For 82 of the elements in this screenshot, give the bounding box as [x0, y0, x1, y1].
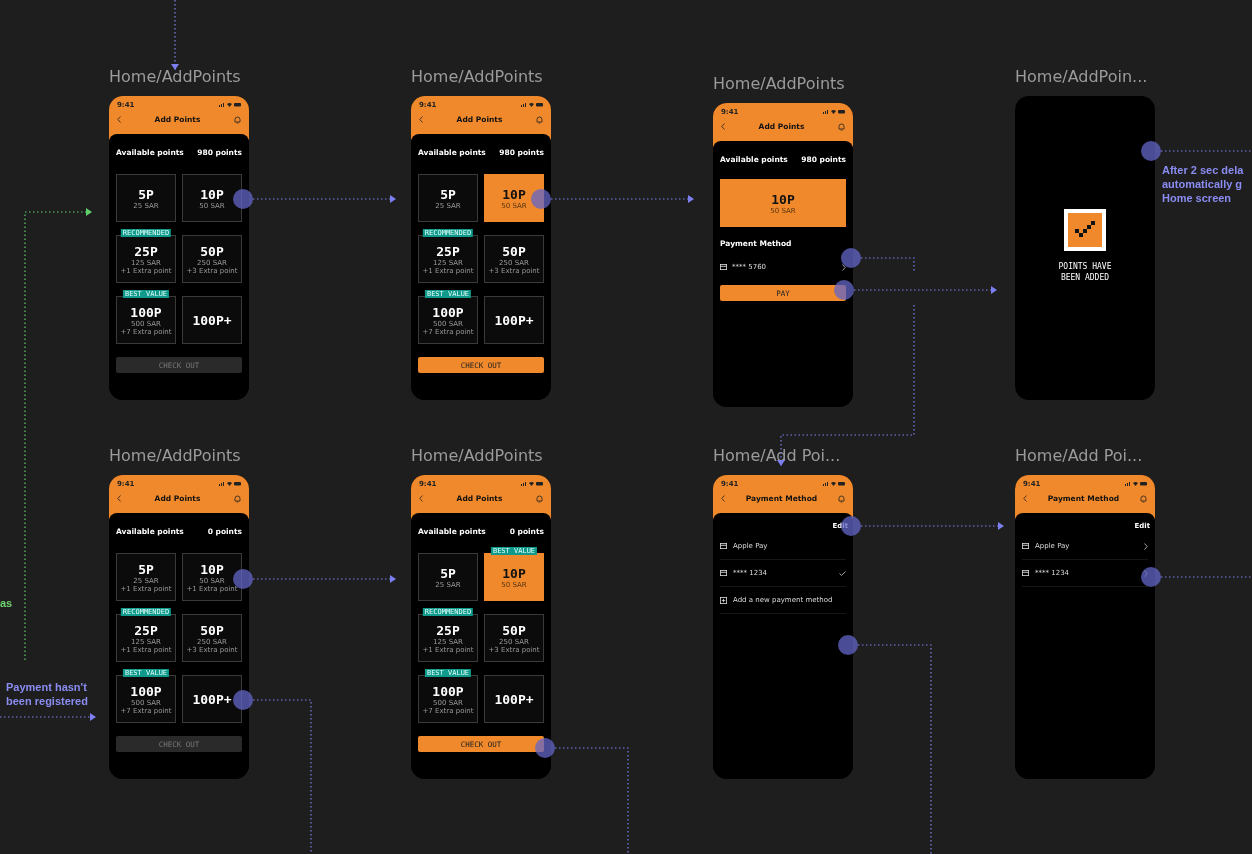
- package-points: 50P: [200, 622, 224, 638]
- card-icon: [720, 570, 727, 576]
- bell-icon[interactable]: [536, 115, 543, 124]
- package-points: 10P: [771, 191, 795, 207]
- hotspot-marker: [841, 248, 861, 268]
- frame-title: Home/AddPoints: [411, 446, 543, 465]
- bell-icon[interactable]: [1140, 494, 1147, 503]
- hotspot-marker: [1141, 141, 1161, 161]
- card-icon: [1022, 543, 1029, 549]
- hotspot-marker: [1141, 567, 1161, 587]
- back-icon[interactable]: [419, 116, 423, 123]
- status-icons: [521, 481, 543, 486]
- frame-title: Home/Add Poi...: [1015, 446, 1143, 465]
- package-points: 25P: [134, 622, 158, 638]
- connector-line: [860, 257, 915, 273]
- package-tile[interactable]: 100P+: [484, 675, 544, 723]
- frame-title: Home/AddPoints: [109, 446, 241, 465]
- frame-title: Home/AddPoin...: [1015, 67, 1148, 86]
- bell-icon[interactable]: [536, 494, 543, 503]
- hotspot-marker: [531, 189, 551, 209]
- package-points: 25P: [436, 243, 460, 259]
- package-points: 100P+: [494, 691, 534, 707]
- back-icon[interactable]: [721, 495, 725, 502]
- package-points: 50P: [502, 622, 526, 638]
- check-badge-icon: [1064, 209, 1106, 251]
- package-points: 5P: [440, 565, 456, 581]
- back-icon[interactable]: [117, 495, 121, 502]
- frame-title: Home/AddPoints: [713, 74, 845, 93]
- hotspot-marker: [838, 635, 858, 655]
- frame-title: Home/Add Poi...: [713, 446, 841, 465]
- package-tile[interactable]: 100P+: [484, 296, 544, 344]
- success-message: POINTS HAVE BEEN ADDED: [1058, 261, 1112, 283]
- bell-icon[interactable]: [234, 494, 241, 503]
- back-icon[interactable]: [721, 123, 725, 130]
- status-icons: [219, 481, 241, 486]
- package-points: 10P: [502, 565, 526, 581]
- package-points: 100P+: [192, 312, 232, 328]
- frame-title: Home/AddPoints: [109, 67, 241, 86]
- package-points: 25P: [134, 243, 158, 259]
- hotspot-marker: [535, 738, 555, 758]
- status-icons: [219, 102, 241, 107]
- card-icon: [720, 264, 727, 270]
- annotation: as: [0, 596, 13, 610]
- card-icon: [1022, 570, 1029, 576]
- package-points: 50P: [200, 243, 224, 259]
- status-icons: [521, 102, 543, 107]
- bell-icon[interactable]: [234, 115, 241, 124]
- package-points: 100P: [432, 304, 464, 320]
- bell-icon[interactable]: [838, 122, 845, 131]
- add-icon: [720, 596, 727, 604]
- back-icon[interactable]: [117, 116, 121, 123]
- package-points: 100P: [432, 683, 464, 699]
- connector-line: [171, 0, 179, 71]
- back-icon[interactable]: [419, 495, 423, 502]
- package-points: 5P: [440, 186, 456, 202]
- hotspot-marker: [834, 280, 854, 300]
- frame-title: Home/AddPoints: [411, 67, 543, 86]
- package-points: 10P: [200, 561, 224, 577]
- bell-icon[interactable]: [838, 494, 845, 503]
- back-icon[interactable]: [1023, 495, 1027, 502]
- package-points: 100P: [130, 683, 162, 699]
- package-points: 10P: [200, 186, 224, 202]
- package-points: 100P+: [192, 691, 232, 707]
- hotspot-marker: [233, 690, 253, 710]
- chevron-icon: [842, 263, 846, 271]
- package-points: 10P: [502, 186, 526, 202]
- chevron-icon: [1144, 542, 1148, 550]
- annotation: Payment hasn't been registered: [6, 680, 88, 708]
- package-points: 5P: [138, 561, 154, 577]
- package-points: 100P+: [494, 312, 534, 328]
- package-points: 5P: [138, 186, 154, 202]
- status-icons: [1125, 481, 1147, 486]
- package-points: 50P: [502, 243, 526, 259]
- hotspot-marker: [233, 189, 253, 209]
- package-tile[interactable]: 100P+: [182, 675, 242, 723]
- status-icons: [823, 481, 845, 486]
- status-icons: [823, 109, 845, 114]
- package-tile[interactable]: 100P+: [182, 296, 242, 344]
- package-points: 100P: [130, 304, 162, 320]
- card-icon: [720, 543, 727, 549]
- annotation: After 2 sec dela automatically g Home screen: [1162, 163, 1244, 205]
- package-points: 25P: [436, 622, 460, 638]
